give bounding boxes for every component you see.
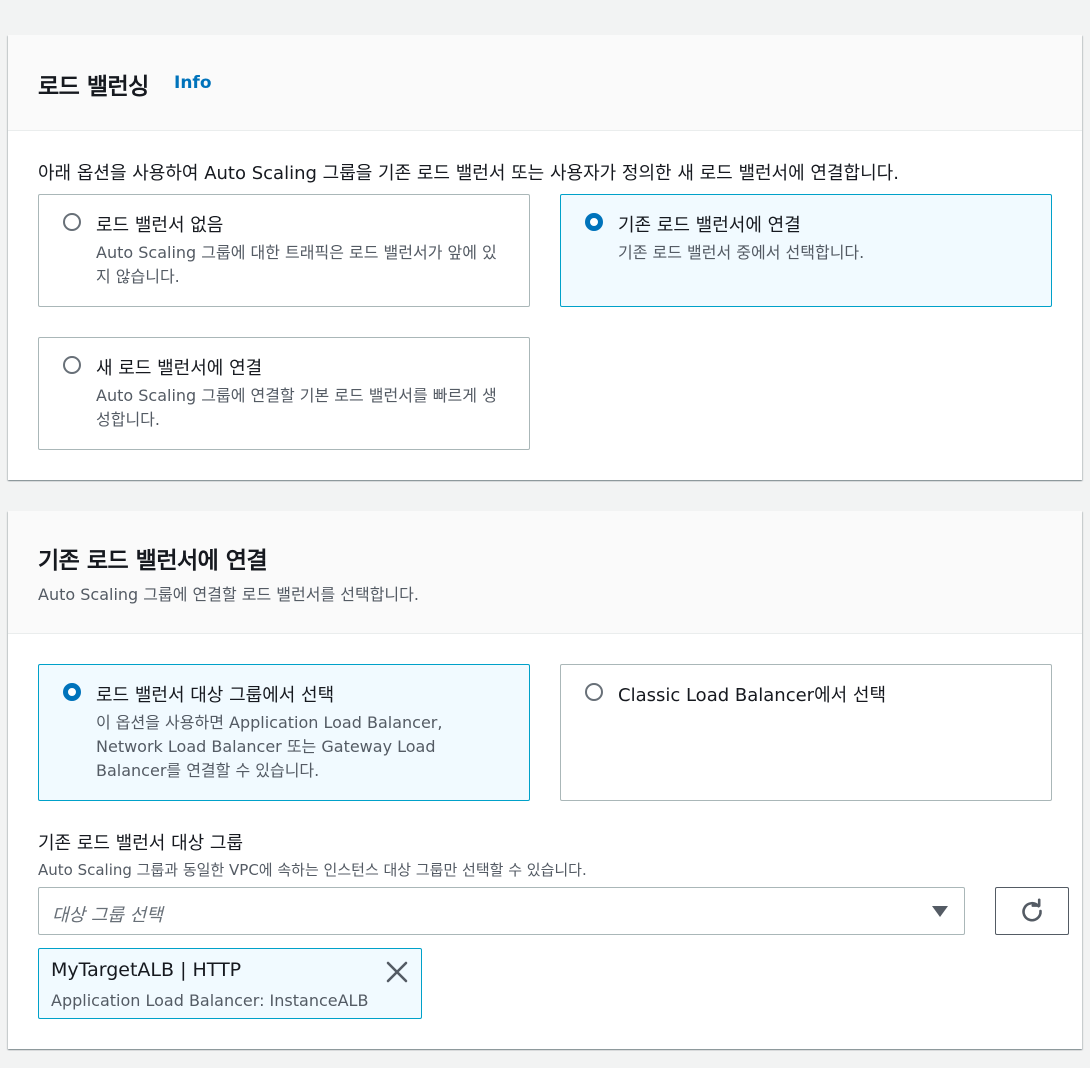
radio-classic-lb[interactable]: [585, 683, 603, 701]
option-attach-existing-lb[interactable]: 기존 로드 밸런서에 연결 기존 로드 밸런서 중에서 선택합니다.: [560, 194, 1052, 307]
target-group-select[interactable]: 대상 그룹 선택: [38, 887, 965, 935]
refresh-icon: [1022, 898, 1042, 922]
load-balancing-panel: 로드 밸런싱 Info 아래 옵션을 사용하여 Auto Scaling 그룹을…: [8, 35, 1082, 480]
token-title: MyTargetALB | HTTP: [51, 959, 242, 981]
token-subtitle: Application Load Balancer: InstanceALB: [51, 991, 369, 1010]
radio-no-load-balancer[interactable]: [63, 213, 81, 231]
option-label: 로드 밸런서 대상 그룹에서 선택: [96, 685, 335, 706]
existing-lb-description: Auto Scaling 그룹에 연결할 로드 밸런서를 선택합니다.: [38, 585, 419, 604]
close-icon[interactable]: [385, 960, 409, 984]
radio-target-groups[interactable]: [63, 683, 81, 701]
option-attach-new-lb[interactable]: 새 로드 밸런서에 연결 Auto Scaling 그룹에 연결할 기본 로드 …: [38, 337, 530, 450]
radio-attach-existing-lb[interactable]: [585, 213, 603, 231]
existing-load-balancer-panel: 기존 로드 밸런서에 연결 Auto Scaling 그룹에 연결할 로드 밸런…: [8, 511, 1082, 1049]
load-balancing-description: 아래 옵션을 사용하여 Auto Scaling 그룹을 기존 로드 밸런서 또…: [38, 163, 899, 184]
selected-target-group-token: MyTargetALB | HTTP Application Load Bala…: [38, 948, 422, 1019]
option-label: 기존 로드 밸런서에 연결: [618, 215, 801, 236]
existing-lb-title: 기존 로드 밸런서에 연결: [38, 548, 268, 574]
target-group-placeholder: 대상 그룹 선택: [52, 905, 163, 926]
option-target-groups[interactable]: 로드 밸런서 대상 그룹에서 선택 이 옵션을 사용하면 Application…: [38, 664, 530, 801]
option-description: 이 옵션을 사용하면 Application Load Balancer, Ne…: [96, 713, 443, 780]
existing-lb-header: 기존 로드 밸런서에 연결 Auto Scaling 그룹에 연결할 로드 밸런…: [8, 511, 1082, 634]
option-description: 기존 로드 밸런서 중에서 선택합니다.: [618, 243, 865, 262]
refresh-button[interactable]: [995, 887, 1069, 935]
option-label: 새 로드 밸런서에 연결: [96, 358, 263, 379]
option-label: Classic Load Balancer에서 선택: [618, 685, 887, 706]
option-description: Auto Scaling 그룹에 연결할 기본 로드 밸런서를 빠르게 생성합니…: [96, 386, 497, 429]
target-group-description: Auto Scaling 그룹과 동일한 VPC에 속하는 인스턴스 대상 그룹…: [38, 861, 587, 879]
info-link[interactable]: Info: [174, 73, 212, 93]
option-label: 로드 밸런서 없음: [96, 215, 224, 236]
load-balancing-title: 로드 밸런싱: [38, 74, 149, 100]
radio-attach-new-lb[interactable]: [63, 356, 81, 374]
load-balancing-header: 로드 밸런싱 Info: [8, 35, 1082, 131]
caret-down-icon: [932, 906, 948, 917]
option-classic-lb[interactable]: Classic Load Balancer에서 선택: [560, 664, 1052, 801]
option-no-load-balancer[interactable]: 로드 밸런서 없음 Auto Scaling 그룹에 대한 트래픽은 로드 밸런…: [38, 194, 530, 307]
option-description: Auto Scaling 그룹에 대한 트래픽은 로드 밸런서가 앞에 있지 않…: [96, 243, 497, 286]
target-group-label: 기존 로드 밸런서 대상 그룹: [38, 833, 244, 854]
